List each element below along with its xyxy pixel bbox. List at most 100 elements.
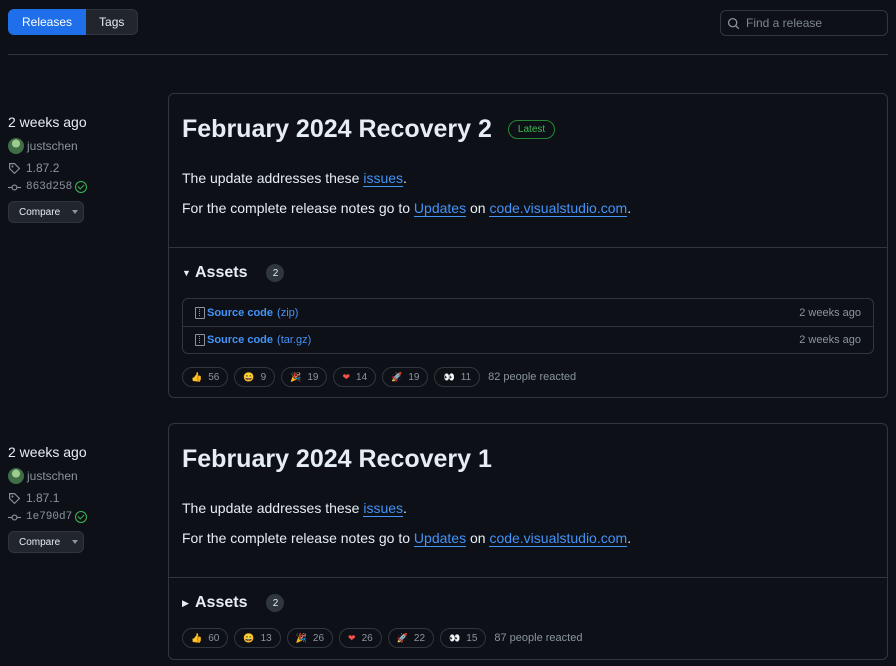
reaction-count: 22 [413, 632, 426, 644]
avatar[interactable] [8, 468, 24, 484]
reaction-thumbs-up[interactable]: 👍 56 [182, 367, 229, 387]
commit-sha[interactable]: 863d258 [26, 181, 72, 193]
commit-icon [8, 513, 21, 521]
reaction-count: 19 [408, 371, 420, 383]
asset-name[interactable]: Source code [207, 334, 273, 346]
asset-name[interactable]: Source code [207, 307, 273, 319]
heart-icon: ❤ [342, 371, 351, 382]
compare-button[interactable]: Compare [8, 201, 84, 223]
reaction-rocket[interactable]: 🚀 19 [382, 367, 429, 387]
release-meta: 2 weeks ago justschen 1.87.2 863d258 Com… [8, 114, 158, 223]
release-meta: 2 weeks ago justschen 1.87.1 1e790d7 Com… [8, 444, 158, 553]
reaction-heart[interactable]: ❤ 14 [333, 367, 377, 387]
rocket-icon: 🚀 [391, 371, 403, 382]
reaction-eyes[interactable]: 👀 15 [440, 628, 487, 648]
reaction-heart[interactable]: ❤ 26 [339, 628, 382, 648]
reaction-eyes[interactable]: 👀 11 [434, 367, 481, 387]
notes-text-mid: on [466, 200, 490, 216]
chevron-down-icon [72, 210, 79, 214]
thumbs-up-icon: 👍 [191, 632, 203, 643]
assets-count-badge: 2 [266, 594, 285, 612]
author-name[interactable]: justschen [27, 469, 78, 483]
triangle-right-icon: ▶ [182, 597, 189, 608]
tag-name[interactable]: 1.87.2 [26, 161, 59, 175]
updates-link[interactable]: Updates [413, 530, 467, 547]
notes-text-mid: on [466, 530, 490, 546]
author-name[interactable]: justschen [27, 139, 78, 153]
reaction-count: 26 [361, 632, 373, 644]
reaction-count: 26 [312, 632, 325, 644]
notes-text-end: . [403, 170, 407, 186]
vscode-site-link[interactable]: code.visualstudio.com [489, 530, 628, 547]
notes-text: The update addresses these [182, 500, 364, 516]
commit-row[interactable]: 863d258 [8, 178, 158, 196]
reaction-summary: 87 people reacted [494, 632, 583, 644]
tag-icon [9, 162, 21, 174]
compare-button[interactable]: Compare [8, 531, 84, 553]
release-notes-line2: For the complete release notes go to Upd… [182, 200, 874, 217]
assets-count-badge: 2 [266, 264, 285, 282]
asset-ext[interactable]: (tar.gz) [277, 334, 311, 346]
issues-link[interactable]: issues [363, 500, 404, 517]
reaction-count: 14 [356, 371, 368, 383]
reaction-count: 9 [260, 371, 267, 383]
tag-row[interactable]: 1.87.2 [8, 159, 158, 177]
release-header: February 2024 Recovery 2 Latest The upda… [169, 94, 887, 248]
reaction-count: 60 [208, 632, 220, 644]
author-row[interactable]: justschen [8, 467, 158, 485]
reaction-count: 19 [307, 371, 319, 383]
verified-check-icon[interactable] [75, 511, 88, 523]
reaction-count: 15 [466, 632, 478, 644]
assets-toggle[interactable]: ▶ Assets 2 [169, 578, 887, 628]
find-release-search[interactable] [720, 10, 888, 36]
release-notes-line2: For the complete release notes go to Upd… [182, 530, 874, 547]
release-date: 2 weeks ago [8, 444, 87, 460]
tag-row[interactable]: 1.87.1 [8, 489, 158, 507]
header-divider [8, 54, 888, 55]
reaction-thumbs-up[interactable]: 👍 60 [182, 628, 229, 648]
commit-row[interactable]: 1e790d7 [8, 508, 158, 526]
reaction-rocket[interactable]: 🚀 22 [387, 628, 435, 648]
release-notes-line1: The update addresses these issues. [182, 500, 874, 517]
reaction-hooray[interactable]: 🎉 19 [281, 367, 328, 387]
reaction-laugh[interactable]: 😄 9 [234, 367, 276, 387]
tab-tags[interactable]: Tags [86, 9, 139, 35]
reactions-bar: 👍 60 😄 13 🎉 26 ❤ 26 🚀 22 👀 15 87 people reacte… [169, 628, 887, 648]
author-row[interactable]: justschen [8, 137, 158, 155]
release-notes-line1: The update addresses these issues. [182, 170, 874, 187]
eyes-icon: 👀 [449, 632, 461, 643]
asset-ext[interactable]: (zip) [277, 307, 298, 319]
search-input[interactable] [746, 16, 876, 30]
release-title-text[interactable]: February 2024 Recovery 1 [182, 445, 492, 474]
chevron-down-icon [72, 540, 79, 544]
assets-label: Assets [195, 594, 248, 611]
reaction-count: 56 [208, 371, 220, 383]
issues-link[interactable]: issues [363, 170, 404, 187]
release-card: February 2024 Recovery 1 The update addr… [168, 423, 888, 660]
updates-link[interactable]: Updates [413, 200, 467, 217]
reaction-laugh[interactable]: 😄 13 [234, 628, 281, 648]
notes-text: The update addresses these [182, 170, 364, 186]
notes-text-end: . [403, 500, 407, 516]
commit-sha[interactable]: 1e790d7 [26, 511, 72, 523]
heart-icon: ❤ [348, 632, 356, 643]
tab-releases[interactable]: Releases [8, 9, 87, 35]
reaction-hooray[interactable]: 🎉 26 [286, 628, 334, 648]
assets-toggle[interactable]: ▼ Assets 2 [169, 248, 887, 298]
laugh-icon: 😄 [243, 632, 255, 643]
hooray-icon: 🎉 [295, 632, 307, 643]
rocket-icon: 🚀 [396, 632, 408, 643]
release-card: February 2024 Recovery 2 Latest The upda… [168, 93, 888, 398]
avatar[interactable] [8, 138, 24, 154]
vscode-site-link[interactable]: code.visualstudio.com [489, 200, 628, 217]
tag-name[interactable]: 1.87.1 [26, 491, 59, 505]
release-header: February 2024 Recovery 1 The update addr… [169, 424, 887, 578]
verified-check-icon[interactable] [75, 181, 88, 193]
release-title-text[interactable]: February 2024 Recovery 2 [182, 115, 492, 144]
compare-label: Compare [19, 536, 61, 548]
reaction-summary: 82 people reacted [488, 371, 577, 383]
release-title: February 2024 Recovery 1 [182, 444, 874, 474]
eyes-icon: 👀 [443, 371, 455, 382]
reaction-count: 11 [460, 371, 472, 383]
latest-badge: Latest [507, 119, 556, 139]
